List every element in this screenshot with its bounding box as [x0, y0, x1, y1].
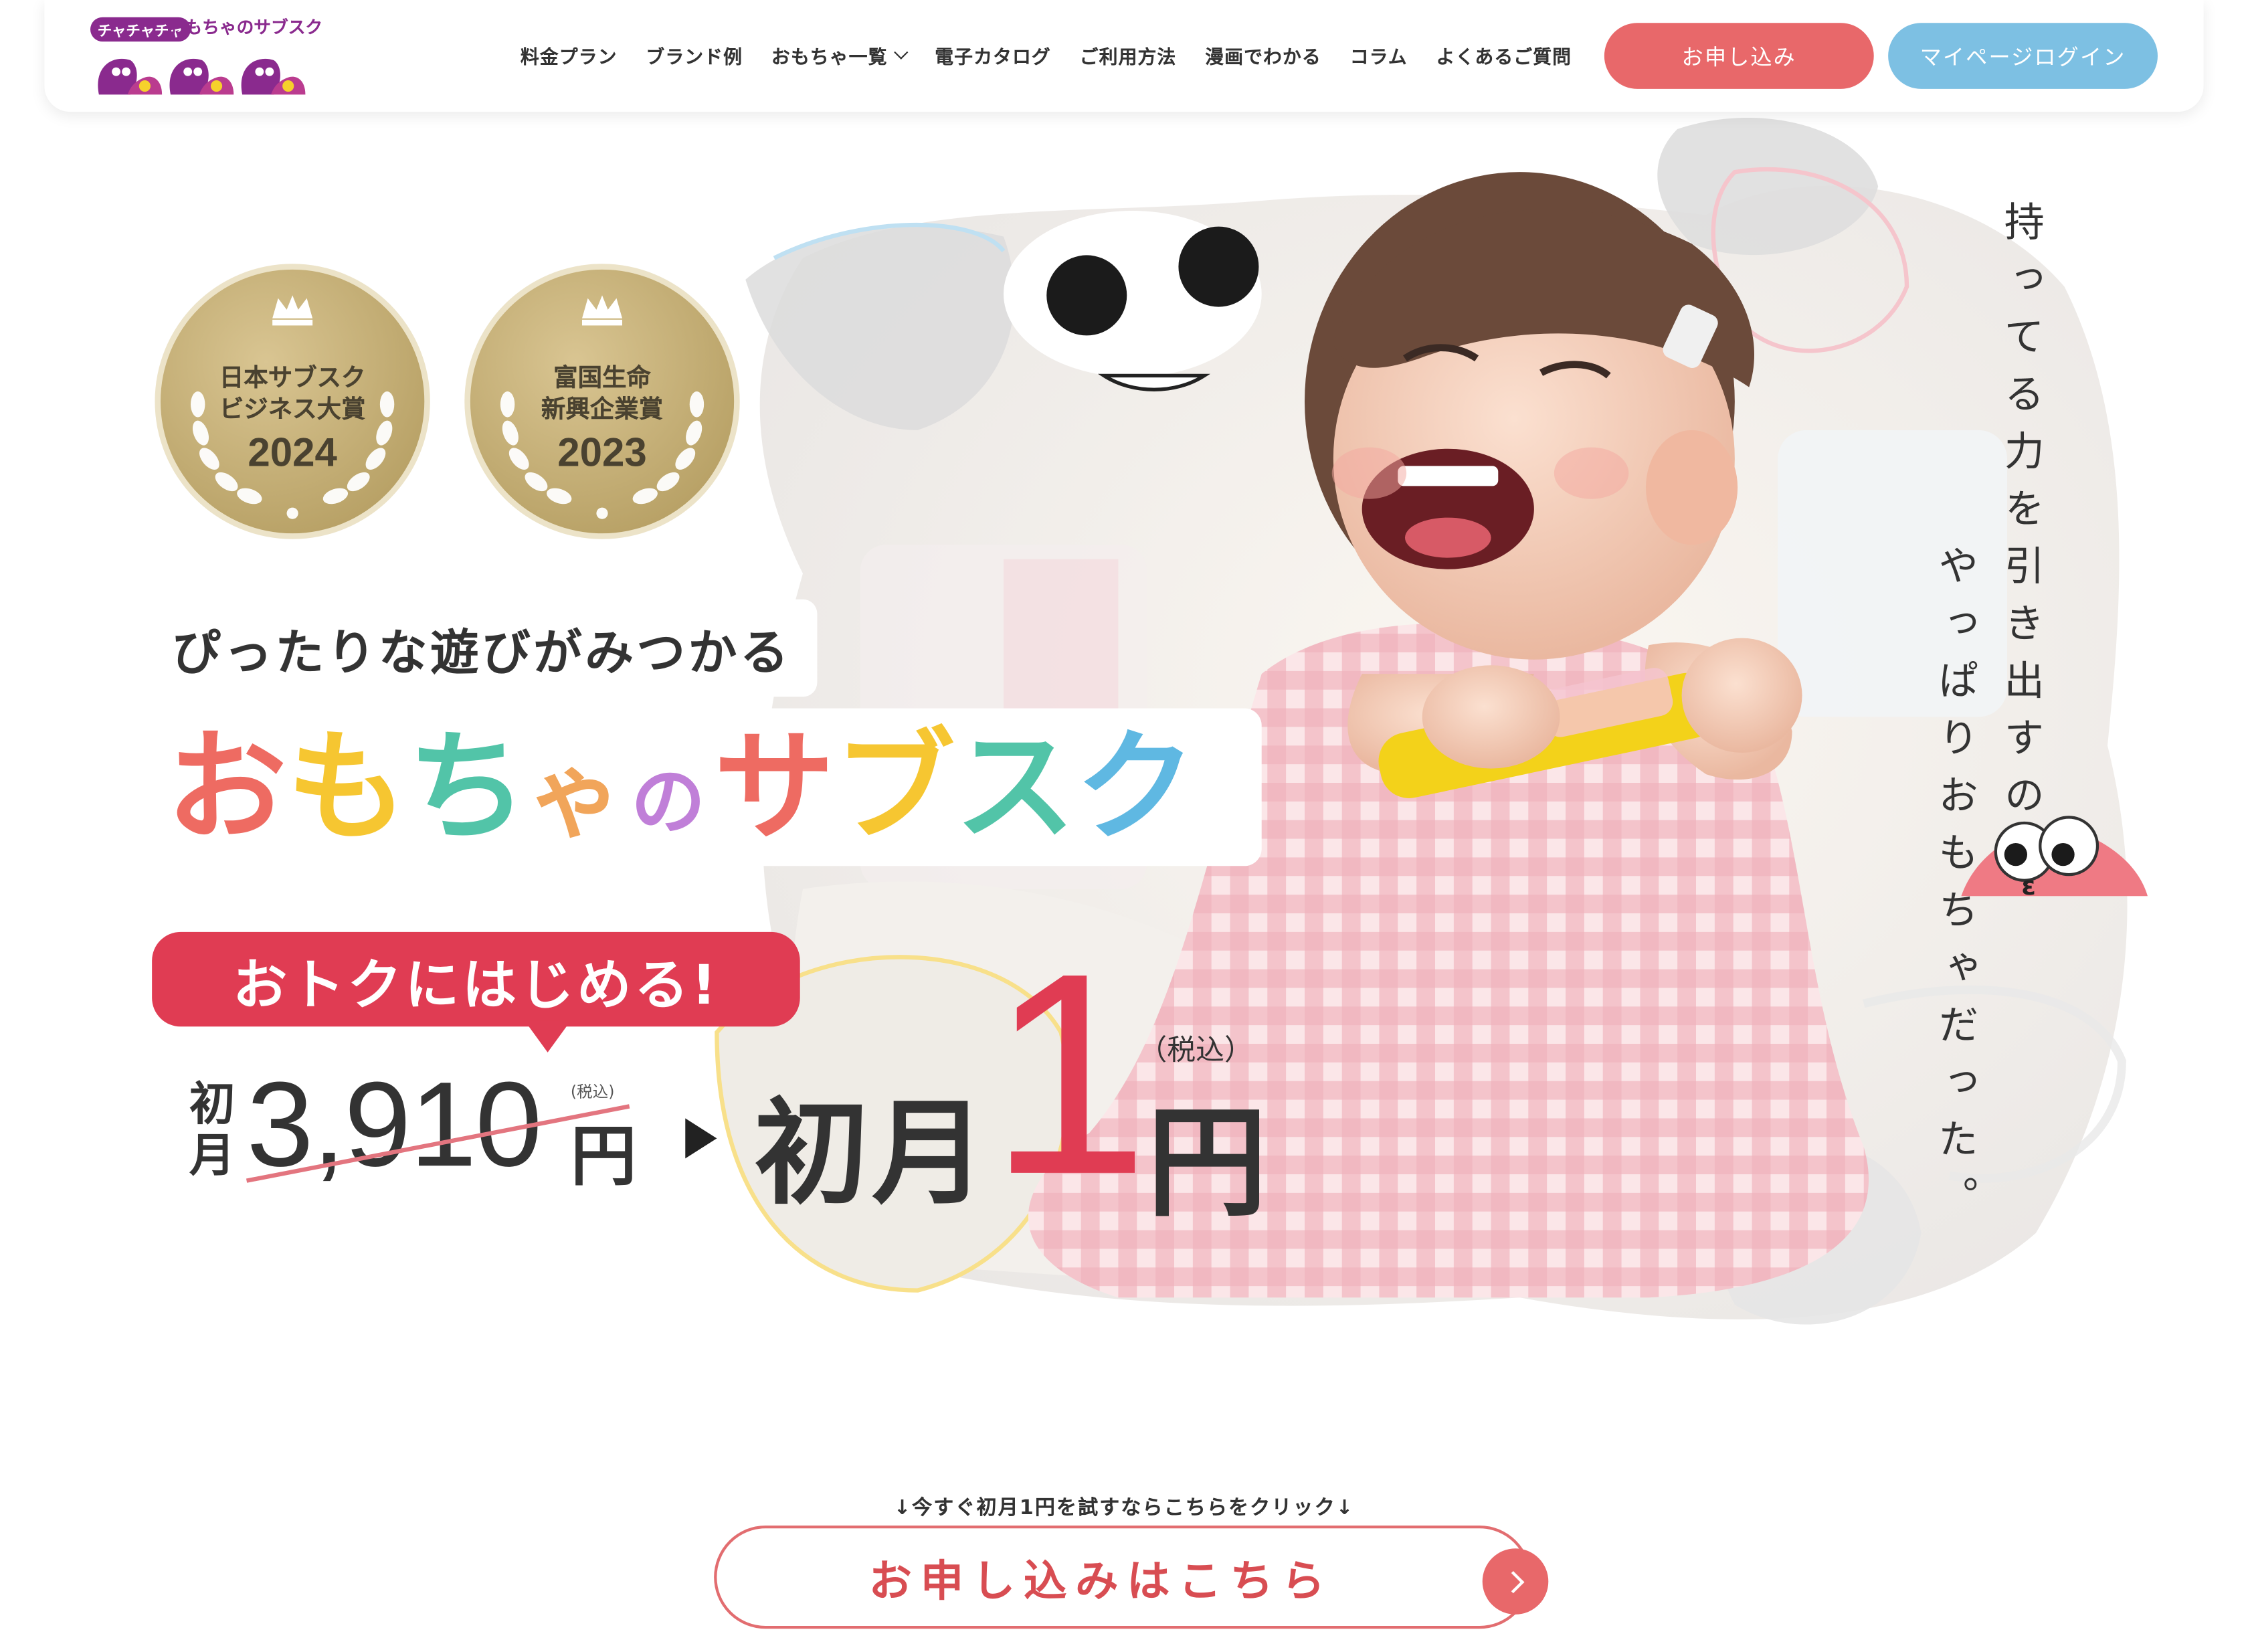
title-char: ち: [407, 717, 528, 858]
arrow-right-icon: [685, 1118, 717, 1159]
nav-item-how-to-use[interactable]: ご利用方法: [1080, 41, 1177, 69]
chevron-down-icon: [894, 45, 909, 60]
nav-item-catalog[interactable]: 電子カタログ: [935, 41, 1051, 69]
title-char: ブ: [834, 717, 955, 858]
original-price-label: 初月: [189, 1077, 236, 1183]
site-header: チャチャチャ おもちゃのサブスク 料金プラン ブランド例 おもちゃ一覧 電子カタ…: [44, 0, 2204, 112]
new-price-label: 初月: [754, 1087, 990, 1220]
site-logo[interactable]: チャチャチャ おもちゃのサブスク: [88, 11, 322, 100]
award-medal-2024: 日本サブスク ビジネス大賞 2024: [152, 261, 433, 542]
hero-tagline: ぴったりな遊びがみつかる: [172, 624, 791, 682]
award-text: 日本サブスク ビジネス大賞 2024: [152, 261, 433, 542]
mypage-login-button[interactable]: マイページログイン: [1888, 23, 2158, 89]
award-line1: 富国生命: [553, 363, 651, 393]
award-line2: ビジネス大賞: [219, 395, 366, 425]
promo-bubble: おトクにはじめる!: [152, 931, 800, 1027]
cta-label: お申し込みはこちら: [868, 1557, 1333, 1608]
nav-item-brands[interactable]: ブランド例: [646, 41, 743, 69]
nav-item-manga[interactable]: 漫画でわかる: [1205, 41, 1321, 69]
hero-title: お も ち ゃ の サ ブ ス ク: [152, 708, 1262, 866]
svg-text:ε: ε: [2021, 871, 2035, 901]
award-medal-2023: 富国生命 新興企業賞 2023: [462, 261, 743, 542]
title-char: ク: [1075, 717, 1196, 858]
original-price-tax: (税込): [570, 1082, 615, 1101]
new-price: 1: [989, 915, 1149, 1234]
new-price-tax: （税込）: [1138, 1032, 1253, 1067]
award-year: 2024: [248, 429, 337, 474]
award-line1: 日本サブスク: [219, 363, 366, 393]
title-char: サ: [714, 717, 835, 858]
logo-subtitle: おもちゃのサブスク: [167, 17, 323, 37]
nav-item-toys[interactable]: おもちゃ一覧: [771, 41, 909, 69]
nav-item-pricing[interactable]: 料金プラン: [521, 41, 618, 69]
new-price-yen: 円: [1147, 1092, 1268, 1233]
nav-item-column[interactable]: コラム: [1350, 41, 1408, 69]
nav-item-toys-label: おもちゃ一覧: [771, 47, 888, 69]
promo-bubble-tail: [525, 1020, 571, 1052]
original-price-yen: 円: [570, 1117, 637, 1194]
vertical-copy-1: 持ってる力を引き出すの: [1998, 201, 2046, 832]
logo-mark-icon: [98, 58, 306, 95]
main-nav: 料金プラン ブランド例 おもちゃ一覧 電子カタログ ご利用方法 漫画でわかる コ…: [521, 41, 1572, 69]
apply-button[interactable]: お申し込み: [1604, 23, 1874, 89]
nav-item-faq[interactable]: よくあるご質問: [1436, 41, 1572, 69]
award-line2: 新興企業賞: [541, 395, 664, 425]
title-char: ゃ: [527, 741, 623, 852]
vertical-copy-2: やっぱりおもちゃだった。: [1932, 545, 1980, 1233]
title-char: ス: [955, 717, 1076, 858]
title-char: の: [630, 759, 706, 846]
cta-note: ↓今すぐ初月1円を試すならこちらをクリック↓: [893, 1497, 1355, 1520]
award-year: 2023: [557, 429, 647, 474]
chevron-right-icon: [1482, 1548, 1549, 1615]
award-text: 富国生命 新興企業賞 2023: [462, 261, 743, 542]
cta-apply-button[interactable]: お申し込みはこちら: [714, 1526, 1549, 1629]
tagline-box: ぴったりな遊びがみつかる: [152, 599, 818, 697]
title-char: お: [166, 717, 287, 858]
title-char: も: [286, 717, 407, 858]
